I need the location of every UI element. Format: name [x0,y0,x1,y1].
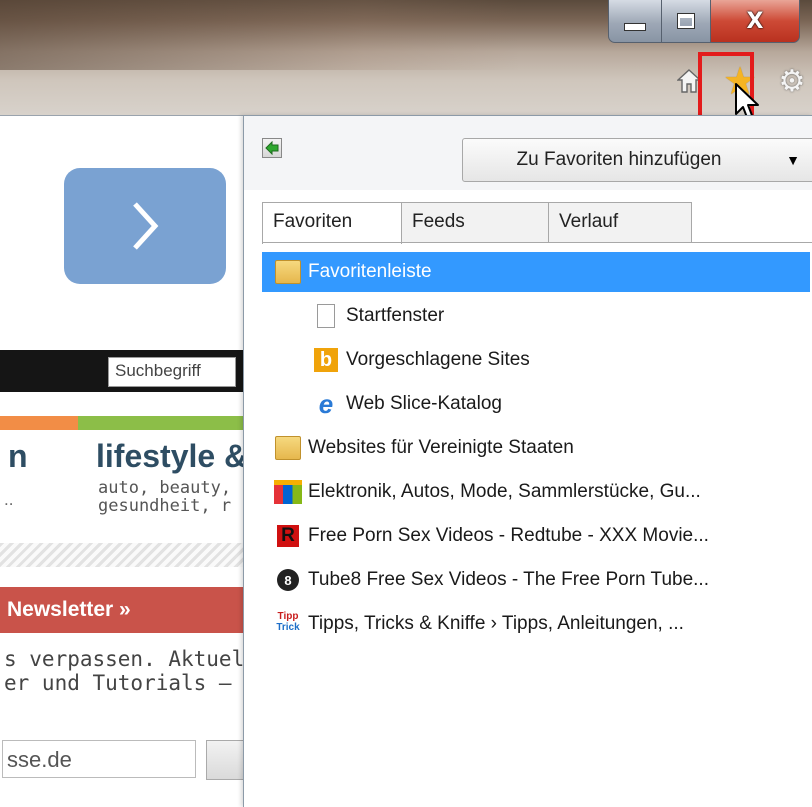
list-item-label: Tube8 Free Sex Videos - The Free Porn Tu… [308,569,709,590]
maximize-icon [677,13,695,29]
tools-button[interactable]: ⚙ [772,62,812,100]
ie-icon: e [318,388,334,419]
list-item-label: Favoritenleiste [308,261,432,282]
newsletter-text-1: s verpassen. Aktuell [4,647,245,671]
list-item[interactable]: Elektronik, Autos, Mode, Sammlerstücke, … [262,472,810,512]
heading-fragment: n [8,438,28,474]
subscribe-button[interactable] [206,740,245,780]
favorites-center-panel: Zu Favoriten hinzufügen ▼ Favoriten Feed… [243,115,812,807]
list-item-label: Vorgeschlagene Sites [346,349,530,370]
list-item-label: Websites für Vereinigte Staaten [308,437,574,458]
maximize-button[interactable] [662,0,711,43]
category-subtext-1: auto, beauty, [98,478,232,498]
redtube-icon: R [274,522,302,550]
close-button[interactable]: X [711,0,800,43]
lifestyle-heading[interactable]: lifestyle & [96,438,245,475]
newsletter-text-2: er und Tutorials – p [4,671,245,695]
folder-icon [274,434,302,462]
list-item[interactable]: R Free Porn Sex Videos - Redtube - XXX M… [262,516,810,556]
list-item[interactable]: Startfenster [262,296,812,336]
close-icon: X [746,8,764,34]
list-item-label: Free Porn Sex Videos - Redtube - XXX Mov… [308,525,709,546]
list-item-label: Tipps, Tricks & Kniffe › Tipps, Anleitun… [308,613,684,634]
frame-shade [0,0,520,70]
list-item-label: Elektronik, Autos, Mode, Sammlerstücke, … [308,481,701,502]
chevron-right-icon [133,202,159,250]
web-page-content: Suchbegriff n lifestyle & .. auto, beaut… [0,115,245,807]
bing-icon: b [312,346,340,374]
minimize-button[interactable] [608,0,662,43]
list-item[interactable]: e Web Slice-Katalog [262,384,812,424]
add-to-favorites-button[interactable]: Zu Favoriten hinzufügen [462,138,776,182]
minimize-icon [624,23,646,31]
list-item-label: Startfenster [346,305,445,326]
list-item[interactable]: Favoritenleiste [262,252,810,292]
list-item[interactable]: b Vorgeschlagene Sites [262,340,812,380]
list-item[interactable]: Websites für Vereinigte Staaten [262,428,810,468]
shopping-bag-icon [274,478,302,506]
gear-icon: ⚙ [778,64,806,98]
hatched-divider [0,543,245,567]
dropdown-arrow-icon: ▼ [786,152,800,168]
add-favorites-dropdown-button[interactable]: ▼ [774,138,812,182]
list-item-label: Web Slice-Katalog [346,393,502,414]
newsletter-banner[interactable]: Newsletter » [0,587,245,633]
tab-favoriten[interactable]: Favoriten [262,202,402,244]
category-subtext-2: gesundheit, r [98,496,232,516]
list-item[interactable]: Tipp Trick Tipps, Tricks & Kniffe › Tipps… [262,604,810,644]
page-icon [312,302,340,330]
tipps-icon: Tipp Trick [276,611,300,633]
folder-icon [274,258,302,286]
next-arrow-button[interactable] [64,168,226,284]
window-frame: X ★ ⚙ [0,0,812,115]
tab-verlauf[interactable]: Verlauf [548,202,692,242]
site-search-input[interactable]: Suchbegriff [108,357,236,387]
tabs-divider [262,242,812,243]
color-stripe-orange [0,416,78,430]
color-stripe-green [78,416,245,430]
tab-feeds[interactable]: Feeds [401,202,549,242]
email-input[interactable]: sse.de [2,740,196,778]
pin-arrow-icon [265,141,279,155]
ellipsis-text: .. [4,490,14,509]
pin-favorites-center-button[interactable] [262,138,282,158]
window-controls: X [608,0,800,43]
tube8-icon: 8 [274,566,302,594]
list-item[interactable]: 8 Tube8 Free Sex Videos - The Free Porn … [262,560,810,600]
